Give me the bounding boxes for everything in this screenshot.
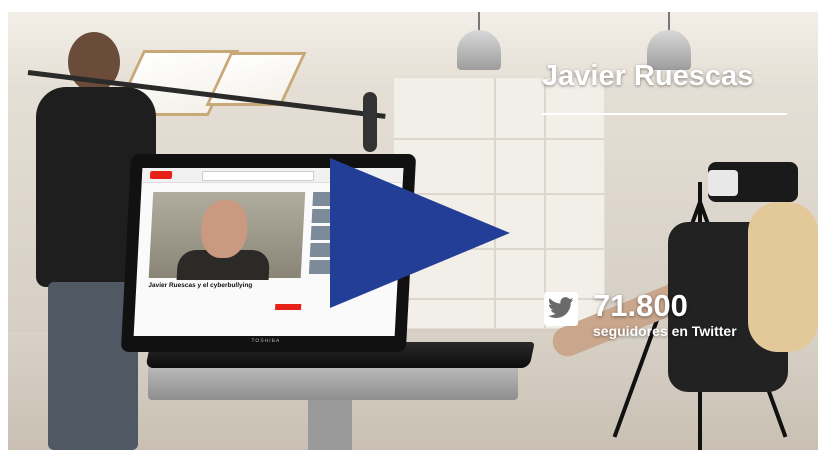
table [148, 364, 518, 400]
play-button[interactable] [330, 158, 510, 313]
speaker-name: Javier Ruescas [542, 60, 754, 92]
followers-count: 71.800 [593, 288, 688, 323]
name-divider [542, 113, 787, 115]
twitter-bird-icon [544, 292, 578, 326]
laptop-brand: TOSHIBA [251, 338, 281, 344]
followers-label: seguidores en Twitter [593, 323, 737, 339]
camera-lens [708, 170, 738, 196]
play-icon[interactable] [330, 158, 510, 308]
youtube-video-thumbnail [148, 192, 306, 280]
youtube-video-title: Javier Ruescas y el cyberbullying [148, 282, 253, 289]
pendant-lamp [457, 30, 501, 70]
lamp-cord [478, 12, 480, 32]
youtube-subscribe-button [275, 304, 302, 310]
youtube-logo [149, 171, 173, 179]
boom-microphone [363, 92, 377, 152]
youtube-search [201, 171, 315, 181]
table-leg [308, 400, 352, 450]
lamp-cord [668, 12, 670, 32]
